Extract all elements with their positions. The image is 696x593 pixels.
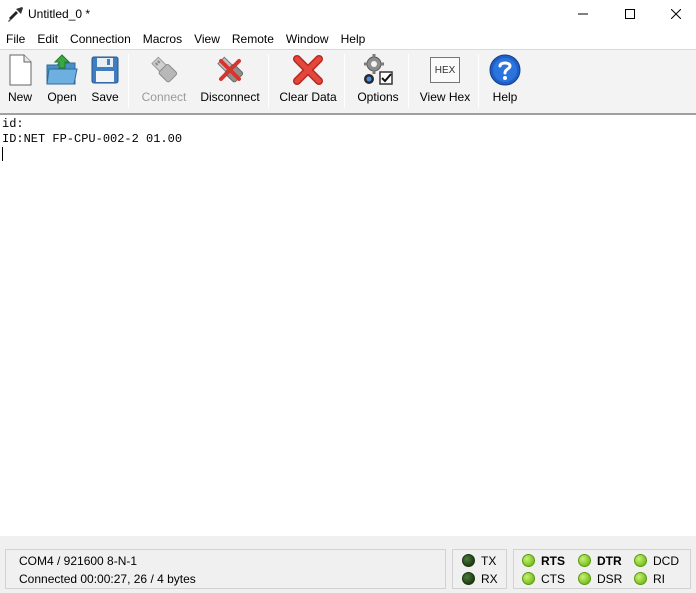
connect-label: Connect (141, 90, 187, 104)
rx-label: RX (481, 572, 498, 586)
txrx-panel: TX RX (452, 549, 507, 589)
new-file-icon (9, 54, 32, 86)
close-button[interactable] (653, 0, 696, 28)
maximize-icon (625, 9, 635, 19)
dsr-led-icon (578, 572, 591, 585)
cts-label: CTS (541, 572, 565, 586)
tx-label: TX (481, 554, 497, 568)
menu-file[interactable]: File (0, 29, 31, 49)
title-bar: Untitled_0 * (0, 0, 696, 28)
disconnect-button[interactable]: Disconnect (198, 53, 262, 109)
hex-icon: HEX (430, 57, 460, 83)
new-button[interactable]: New (4, 53, 36, 109)
menu-window[interactable]: Window (280, 29, 335, 49)
toolbar-separator (478, 54, 479, 108)
usb-connect-icon (151, 56, 178, 83)
clear-data-label: Clear Data (279, 90, 337, 104)
clear-data-button[interactable]: Clear Data (278, 53, 338, 109)
menu-bar: File Edit Connection Macros View Remote … (0, 29, 696, 49)
status-bar: COM4 / 921600 8-N-1 Connected 00:00:27, … (0, 536, 696, 593)
tx-led-icon (462, 554, 475, 567)
terminal-line: ID:NET FP-CPU-002-2 01.00 (2, 132, 183, 146)
options-label: Options (357, 90, 399, 104)
ri-label: RI (653, 572, 665, 586)
help-button[interactable]: Help (488, 53, 522, 109)
options-gear-icon (364, 54, 393, 85)
dtr-led-icon[interactable] (578, 554, 591, 567)
menu-edit[interactable]: Edit (31, 29, 64, 49)
toolbar: New Open Save Connect Disconnect Clear D… (0, 50, 696, 113)
minimize-button[interactable] (560, 0, 606, 28)
terminal-line: id: (2, 117, 24, 131)
save-button[interactable]: Save (88, 53, 122, 109)
menu-help[interactable]: Help (335, 29, 372, 49)
port-status-panel: COM4 / 921600 8-N-1 Connected 00:00:27, … (5, 549, 446, 589)
menu-macros[interactable]: Macros (137, 29, 188, 49)
window-title: Untitled_0 * (28, 7, 91, 21)
maximize-button[interactable] (607, 0, 653, 28)
menu-view[interactable]: View (188, 29, 226, 49)
toolbar-separator (268, 54, 269, 108)
menu-connection[interactable]: Connection (64, 29, 137, 49)
view-hex-label: View Hex (419, 90, 471, 104)
help-label: Help (492, 90, 518, 104)
app-icon (8, 7, 23, 22)
disconnect-label: Disconnect (200, 90, 260, 104)
rts-led-icon[interactable] (522, 554, 535, 567)
line-status-panel: RTS CTS DTR DSR DCD RI (513, 549, 691, 589)
hex-icon-text: HEX (434, 64, 456, 76)
port-settings-text: COM4 / 921600 8-N-1 (19, 554, 138, 568)
new-label: New (7, 90, 32, 104)
close-icon (671, 9, 681, 19)
dtr-label[interactable]: DTR (597, 554, 622, 568)
cts-led-icon (522, 572, 535, 585)
rx-led-icon (462, 572, 475, 585)
menu-remote[interactable]: Remote (226, 29, 280, 49)
open-folder-icon (46, 54, 78, 85)
connection-status-text: Connected 00:00:27, 26 / 4 bytes (19, 572, 196, 586)
view-hex-button[interactable]: HEX View Hex (418, 53, 472, 109)
terminal-output[interactable]: id: ID:NET FP-CPU-002-2 01.00 (0, 115, 696, 536)
ri-led-icon (634, 572, 647, 585)
options-button[interactable]: Options (354, 53, 402, 109)
usb-disconnect-icon (217, 56, 244, 83)
dcd-label: DCD (653, 554, 679, 568)
text-cursor (2, 147, 3, 161)
minimize-icon (578, 13, 588, 15)
open-button[interactable]: Open (44, 53, 80, 109)
save-label: Save (91, 90, 119, 104)
help-question-icon (489, 54, 521, 86)
dsr-label: DSR (597, 572, 623, 586)
dcd-led-icon (634, 554, 647, 567)
app-window: Untitled_0 * File Edit Connection Macros… (0, 0, 696, 593)
toolbar-separator (344, 54, 345, 108)
connect-button[interactable]: Connect (138, 53, 190, 109)
toolbar-separator (128, 54, 129, 108)
clear-x-icon (293, 55, 323, 85)
save-disk-icon (91, 56, 119, 84)
rts-label[interactable]: RTS (541, 554, 565, 568)
open-label: Open (47, 90, 77, 104)
toolbar-separator (408, 54, 409, 108)
